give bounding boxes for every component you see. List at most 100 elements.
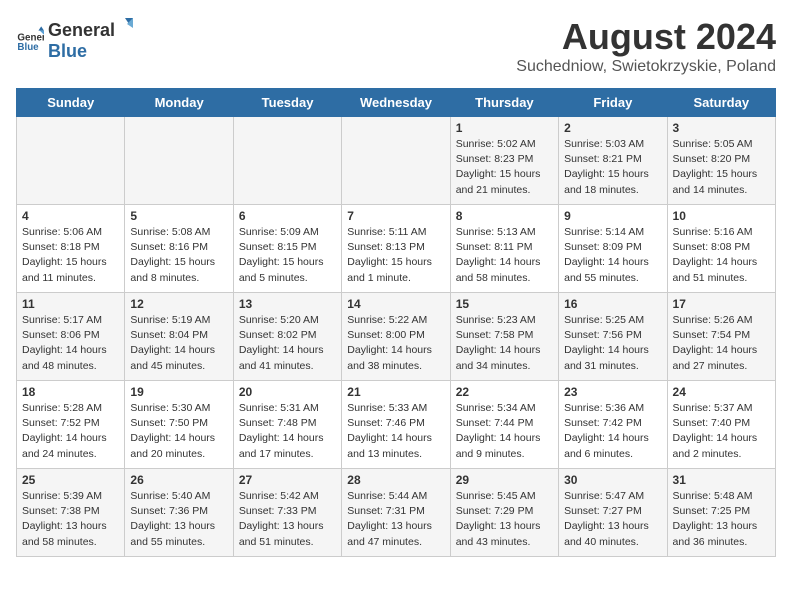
day-number: 26	[130, 473, 227, 487]
calendar-cell: 30 Sunrise: 5:47 AM Sunset: 7:27 PM Dayli…	[559, 469, 667, 557]
day-header-saturday: Saturday	[667, 89, 775, 117]
title-area: August 2024 Suchedniow, Swietokrzyskie, …	[516, 16, 776, 76]
day-detail: Sunrise: 5:34 AM Sunset: 7:44 PM Dayligh…	[456, 401, 553, 462]
day-number: 1	[456, 121, 553, 135]
calendar-cell: 7 Sunrise: 5:11 AM Sunset: 8:13 PM Daylig…	[342, 205, 450, 293]
day-number: 4	[22, 209, 119, 223]
header-row: SundayMondayTuesdayWednesdayThursdayFrid…	[17, 89, 776, 117]
day-number: 14	[347, 297, 444, 311]
logo-general-text: General	[48, 20, 115, 41]
day-number: 5	[130, 209, 227, 223]
calendar-cell: 16 Sunrise: 5:25 AM Sunset: 7:56 PM Dayli…	[559, 293, 667, 381]
day-detail: Sunrise: 5:26 AM Sunset: 7:54 PM Dayligh…	[673, 313, 770, 374]
day-detail: Sunrise: 5:08 AM Sunset: 8:16 PM Dayligh…	[130, 225, 227, 286]
calendar-week-5: 25 Sunrise: 5:39 AM Sunset: 7:38 PM Dayli…	[17, 469, 776, 557]
calendar-cell	[125, 117, 233, 205]
day-number: 16	[564, 297, 661, 311]
calendar-header: SundayMondayTuesdayWednesdayThursdayFrid…	[17, 89, 776, 117]
day-detail: Sunrise: 5:03 AM Sunset: 8:21 PM Dayligh…	[564, 137, 661, 198]
main-title: August 2024	[516, 16, 776, 58]
calendar-cell: 20 Sunrise: 5:31 AM Sunset: 7:48 PM Dayli…	[233, 381, 341, 469]
svg-text:Blue: Blue	[17, 42, 39, 53]
day-number: 25	[22, 473, 119, 487]
calendar-cell: 6 Sunrise: 5:09 AM Sunset: 8:15 PM Daylig…	[233, 205, 341, 293]
day-number: 30	[564, 473, 661, 487]
day-number: 8	[456, 209, 553, 223]
day-detail: Sunrise: 5:11 AM Sunset: 8:13 PM Dayligh…	[347, 225, 444, 286]
day-detail: Sunrise: 5:33 AM Sunset: 7:46 PM Dayligh…	[347, 401, 444, 462]
calendar-cell: 10Sunrise: 5:16 AM Sunset: 8:08 PM Dayli…	[667, 205, 775, 293]
day-header-wednesday: Wednesday	[342, 89, 450, 117]
calendar-cell: 14 Sunrise: 5:22 AM Sunset: 8:00 PM Dayli…	[342, 293, 450, 381]
calendar-body: 1 Sunrise: 5:02 AM Sunset: 8:23 PM Daylig…	[17, 117, 776, 557]
day-detail: Sunrise: 5:40 AM Sunset: 7:36 PM Dayligh…	[130, 489, 227, 550]
day-detail: Sunrise: 5:42 AM Sunset: 7:33 PM Dayligh…	[239, 489, 336, 550]
calendar-cell: 1 Sunrise: 5:02 AM Sunset: 8:23 PM Daylig…	[450, 117, 558, 205]
day-detail: Sunrise: 5:05 AM Sunset: 8:20 PM Dayligh…	[673, 137, 770, 198]
calendar-cell: 25 Sunrise: 5:39 AM Sunset: 7:38 PM Dayli…	[17, 469, 125, 557]
day-detail: Sunrise: 5:37 AM Sunset: 7:40 PM Dayligh…	[673, 401, 770, 462]
day-detail: Sunrise: 5:39 AM Sunset: 7:38 PM Dayligh…	[22, 489, 119, 550]
day-header-sunday: Sunday	[17, 89, 125, 117]
day-number: 24	[673, 385, 770, 399]
day-number: 17	[673, 297, 770, 311]
day-number: 27	[239, 473, 336, 487]
calendar-cell: 27 Sunrise: 5:42 AM Sunset: 7:33 PM Dayli…	[233, 469, 341, 557]
calendar-week-4: 18Sunrise: 5:28 AM Sunset: 7:52 PM Dayli…	[17, 381, 776, 469]
day-detail: Sunrise: 5:02 AM Sunset: 8:23 PM Dayligh…	[456, 137, 553, 198]
logo-blue-text: Blue	[48, 41, 135, 62]
day-detail: Sunrise: 5:44 AM Sunset: 7:31 PM Dayligh…	[347, 489, 444, 550]
day-number: 19	[130, 385, 227, 399]
calendar-week-2: 4 Sunrise: 5:06 AM Sunset: 8:18 PM Daylig…	[17, 205, 776, 293]
calendar-cell: 28Sunrise: 5:44 AM Sunset: 7:31 PM Dayli…	[342, 469, 450, 557]
day-detail: Sunrise: 5:09 AM Sunset: 8:15 PM Dayligh…	[239, 225, 336, 286]
calendar-cell: 17 Sunrise: 5:26 AM Sunset: 7:54 PM Dayli…	[667, 293, 775, 381]
day-header-friday: Friday	[559, 89, 667, 117]
calendar-week-1: 1 Sunrise: 5:02 AM Sunset: 8:23 PM Daylig…	[17, 117, 776, 205]
calendar-cell: 13 Sunrise: 5:20 AM Sunset: 8:02 PM Dayli…	[233, 293, 341, 381]
calendar-cell	[17, 117, 125, 205]
day-number: 2	[564, 121, 661, 135]
day-number: 31	[673, 473, 770, 487]
calendar-cell: 11Sunrise: 5:17 AM Sunset: 8:06 PM Dayli…	[17, 293, 125, 381]
calendar-cell: 9Sunrise: 5:14 AM Sunset: 8:09 PM Daylig…	[559, 205, 667, 293]
day-detail: Sunrise: 5:20 AM Sunset: 8:02 PM Dayligh…	[239, 313, 336, 374]
calendar-cell: 5 Sunrise: 5:08 AM Sunset: 8:16 PM Daylig…	[125, 205, 233, 293]
day-detail: Sunrise: 5:28 AM Sunset: 7:52 PM Dayligh…	[22, 401, 119, 462]
calendar-cell: 19Sunrise: 5:30 AM Sunset: 7:50 PM Dayli…	[125, 381, 233, 469]
calendar-week-3: 11Sunrise: 5:17 AM Sunset: 8:06 PM Dayli…	[17, 293, 776, 381]
calendar-cell: 8 Sunrise: 5:13 AM Sunset: 8:11 PM Daylig…	[450, 205, 558, 293]
calendar-cell: 2 Sunrise: 5:03 AM Sunset: 8:21 PM Daylig…	[559, 117, 667, 205]
calendar-cell: 4 Sunrise: 5:06 AM Sunset: 8:18 PM Daylig…	[17, 205, 125, 293]
day-number: 15	[456, 297, 553, 311]
header: General Blue General Blue August 2024 Su…	[16, 16, 776, 76]
calendar-cell: 12Sunrise: 5:19 AM Sunset: 8:04 PM Dayli…	[125, 293, 233, 381]
logo-arrow-icon	[115, 16, 135, 36]
calendar-cell: 24 Sunrise: 5:37 AM Sunset: 7:40 PM Dayli…	[667, 381, 775, 469]
day-detail: Sunrise: 5:19 AM Sunset: 8:04 PM Dayligh…	[130, 313, 227, 374]
day-number: 9	[564, 209, 661, 223]
day-detail: Sunrise: 5:13 AM Sunset: 8:11 PM Dayligh…	[456, 225, 553, 286]
day-number: 21	[347, 385, 444, 399]
day-detail: Sunrise: 5:31 AM Sunset: 7:48 PM Dayligh…	[239, 401, 336, 462]
calendar-cell	[342, 117, 450, 205]
day-detail: Sunrise: 5:23 AM Sunset: 7:58 PM Dayligh…	[456, 313, 553, 374]
subtitle: Suchedniow, Swietokrzyskie, Poland	[516, 58, 776, 76]
day-detail: Sunrise: 5:45 AM Sunset: 7:29 PM Dayligh…	[456, 489, 553, 550]
day-number: 13	[239, 297, 336, 311]
day-detail: Sunrise: 5:25 AM Sunset: 7:56 PM Dayligh…	[564, 313, 661, 374]
day-number: 7	[347, 209, 444, 223]
logo-icon: General Blue	[16, 25, 44, 53]
day-number: 3	[673, 121, 770, 135]
day-number: 6	[239, 209, 336, 223]
calendar-cell: 18Sunrise: 5:28 AM Sunset: 7:52 PM Dayli…	[17, 381, 125, 469]
day-header-monday: Monday	[125, 89, 233, 117]
day-detail: Sunrise: 5:22 AM Sunset: 8:00 PM Dayligh…	[347, 313, 444, 374]
calendar-cell: 29Sunrise: 5:45 AM Sunset: 7:29 PM Dayli…	[450, 469, 558, 557]
day-detail: Sunrise: 5:06 AM Sunset: 8:18 PM Dayligh…	[22, 225, 119, 286]
day-detail: Sunrise: 5:36 AM Sunset: 7:42 PM Dayligh…	[564, 401, 661, 462]
day-number: 11	[22, 297, 119, 311]
day-number: 20	[239, 385, 336, 399]
calendar-cell: 3 Sunrise: 5:05 AM Sunset: 8:20 PM Daylig…	[667, 117, 775, 205]
day-detail: Sunrise: 5:47 AM Sunset: 7:27 PM Dayligh…	[564, 489, 661, 550]
